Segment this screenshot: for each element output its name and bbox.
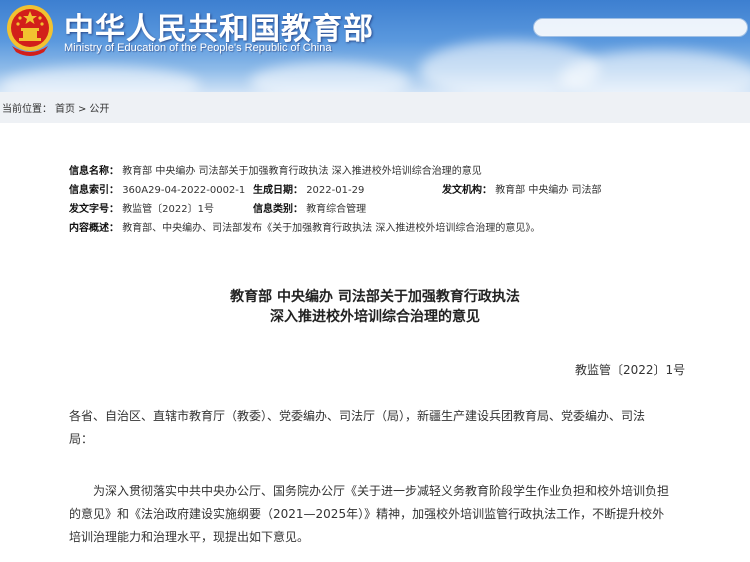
meta-row-docno: 发文字号： 教监管〔2022〕1号 [69,200,214,216]
meta-label: 信息类别： [253,204,303,215]
breadcrumb-separator: > [78,104,87,115]
meta-label: 发文机构： [442,185,492,196]
meta-row-summary: 内容概述： 教育部、中央编办、司法部发布《关于加强教育行政执法 深入推进校外培训… [69,219,540,235]
meta-label: 生成日期： [253,185,303,196]
meta-row-issuer: 发文机构： 教育部 中央编办 司法部 [442,181,602,197]
addressee-line: 局： [69,432,94,446]
meta-value: 教监管〔2022〕1号 [122,204,214,215]
site-banner: 中华人民共和国教育部 Ministry of Education of the … [0,0,750,92]
search-input[interactable] [533,18,748,37]
body-paragraph: 为深入贯彻落实中共中央办公厅、国务院办公厅《关于进一步减轻义务教育阶段学生作业负… [69,480,691,549]
meta-value: 2022-01-29 [306,185,365,196]
meta-label: 信息索引： [69,185,119,196]
cloud-decoration [250,62,410,92]
meta-label: 发文字号： [69,204,119,215]
meta-row-index: 信息索引： 360A29-04-2022-0002-1 [69,181,245,197]
meta-label: 内容概述： [69,223,119,234]
paragraph-line: 为深入贯彻落实中共中央办公厅、国务院办公厅《关于进一步减轻义务教育阶段学生作业负… [93,484,670,498]
meta-row-date: 生成日期： 2022-01-29 [253,181,364,197]
document-title-line-2: 深入推进校外培训综合治理的意见 [270,309,480,325]
document-number: 教监管〔2022〕1号 [575,363,686,377]
cloud-decoration [0,66,200,92]
meta-value: 教育综合管理 [306,204,367,215]
meta-label: 信息名称： [69,166,119,177]
document-title-line-1: 教育部 中央编办 司法部关于加强教育行政执法 [230,289,520,305]
meta-value: 360A29-04-2022-0002-1 [122,185,246,196]
national-emblem-icon[interactable] [4,2,56,58]
addressee-line: 各省、自治区、直辖市教育厅（教委）、党委编办、司法厅（局），新疆生产建设兵团教育… [69,409,646,423]
meta-value: 教育部 中央编办 司法部 [495,185,602,196]
breadcrumb-item-public[interactable]: 公开 [89,104,109,115]
paragraph-line: 的意见》和《法治政府建设实施纲要（2021—2025年）》精神，加强校外培训监管… [69,507,665,521]
addressee-paragraph: 各省、自治区、直辖市教育厅（教委）、党委编办、司法厅（局），新疆生产建设兵团教育… [69,405,691,451]
meta-row-name: 信息名称： 教育部 中央编办 司法部关于加强教育行政执法 深入推进校外培训综合治… [69,162,482,178]
breadcrumb-prefix: 当前位置： [2,104,52,115]
breadcrumb: 当前位置： 首页 > 公开 [0,92,750,120]
meta-row-category: 信息类别： 教育综合管理 [253,200,366,216]
meta-value: 教育部、中央编办、司法部发布《关于加强教育行政执法 深入推进校外培训综合治理的意… [122,223,541,234]
meta-value: 教育部 中央编办 司法部关于加强教育行政执法 深入推进校外培训综合治理的意见 [122,166,482,177]
paragraph-line: 培训治理能力和治理水平，现提出如下意见。 [69,530,310,544]
breadcrumb-item-home[interactable]: 首页 [55,104,75,115]
site-subtitle: Ministry of Education of the People's Re… [64,42,332,54]
